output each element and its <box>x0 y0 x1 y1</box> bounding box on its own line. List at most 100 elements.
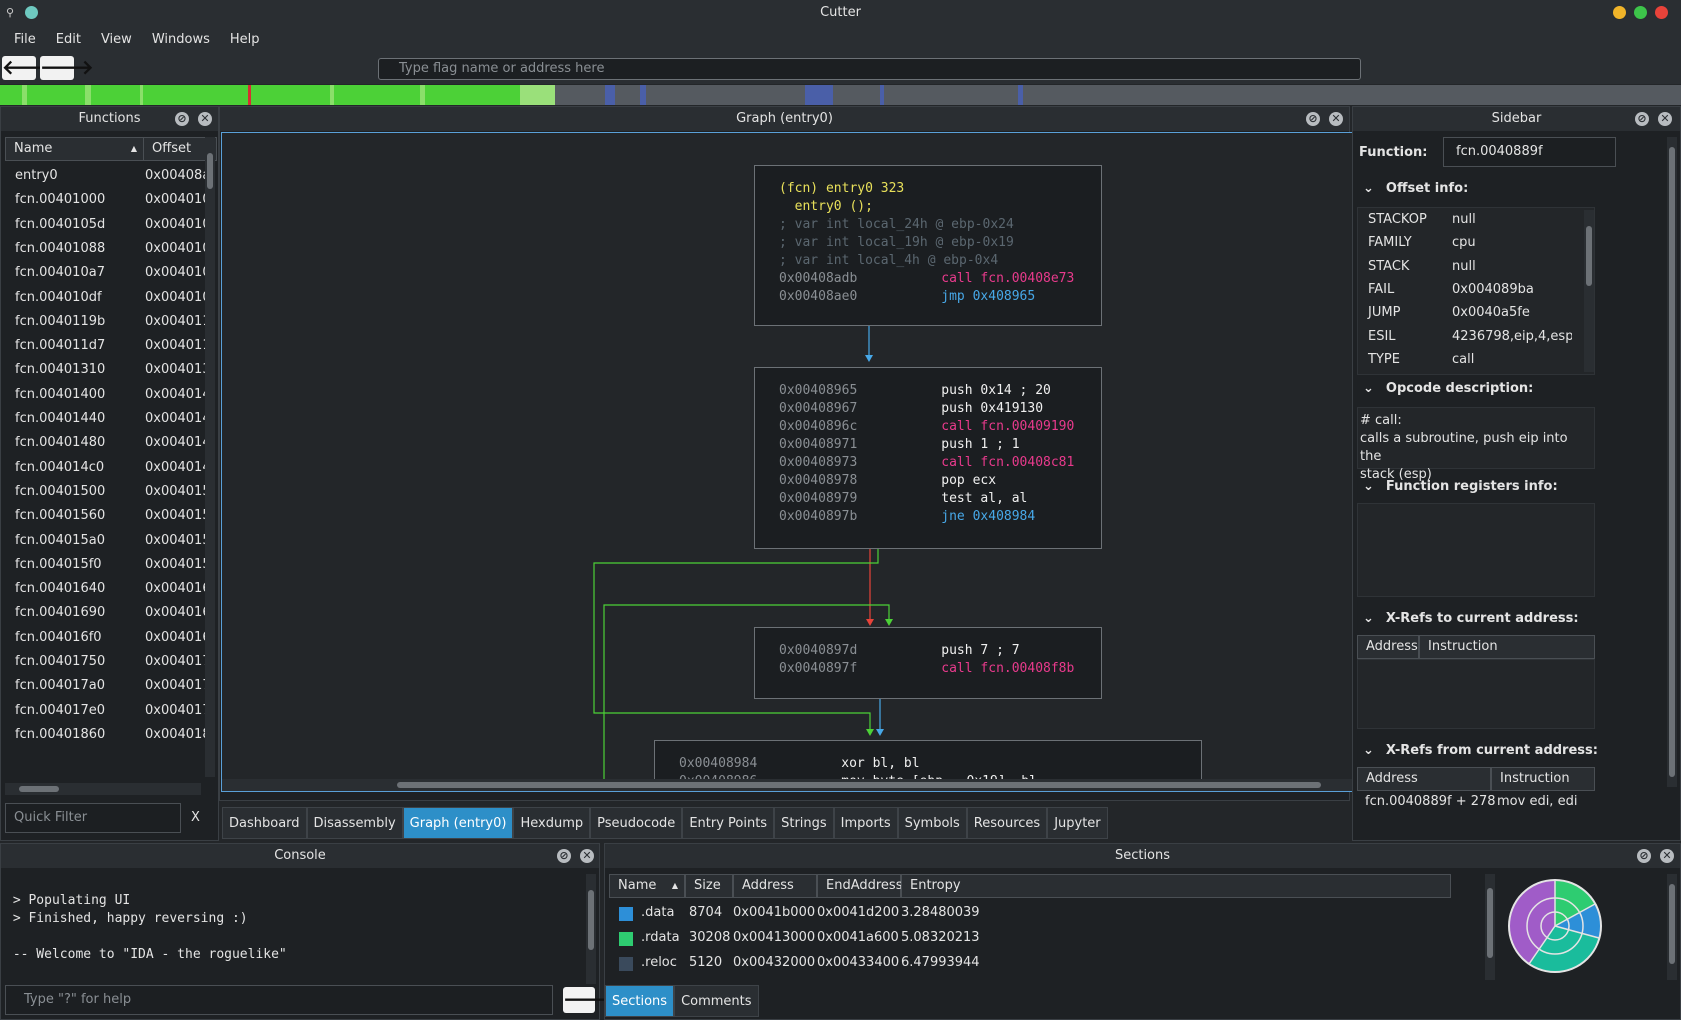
tab-graph-entry0[interactable]: Graph (entry0) <box>402 807 514 839</box>
section-row[interactable]: .reloc 5120 0x00432000 0x00433400 6.47993944 <box>609 950 1479 976</box>
forward-button[interactable]: 🡒 <box>40 56 94 80</box>
function-row[interactable]: fcn.0040119b 0x004011 <box>5 309 211 335</box>
tab-disassembly[interactable]: Disassembly <box>306 807 403 839</box>
sections-col-size[interactable]: Size <box>685 874 733 898</box>
offset-info-row[interactable]: STACKOP null <box>1368 212 1588 227</box>
menu-help[interactable]: Help <box>220 32 270 47</box>
instruction-line[interactable]: 0x00408973 call fcn.00408c81 <box>779 454 1101 472</box>
function-row[interactable]: fcn.004015f0 0x004015 <box>5 552 211 578</box>
instruction-line[interactable]: 0x00408967 push 0x419130 <box>779 400 1101 418</box>
tab-entry-points[interactable]: Entry Points <box>682 807 775 839</box>
tab-pseudocode[interactable]: Pseudocode <box>590 807 683 839</box>
function-row[interactable]: entry0 0x00408a <box>5 163 211 189</box>
function-row[interactable]: fcn.004010a7 0x004010 <box>5 260 211 286</box>
overview-bar[interactable] <box>0 85 1681 105</box>
function-row[interactable]: fcn.00401500 0x004015 <box>5 479 211 505</box>
sections-vscroll[interactable] <box>1485 874 1495 980</box>
col-offset[interactable]: Offset <box>144 138 191 160</box>
graph-node-entry[interactable]: (fcn) entry0 323 entry0 (); ; var int loc… <box>754 165 1102 326</box>
close-icon[interactable]: ✕ <box>1658 112 1672 126</box>
xrefs-to-col-instruction[interactable]: Instruction <box>1419 635 1595 659</box>
xref-from-instruction[interactable]: mov edi, edi <box>1497 794 1577 809</box>
instruction-line[interactable]: 0x0040897b jne 0x408984 <box>779 508 1101 526</box>
sections-col-address[interactable]: Address <box>733 874 817 898</box>
xrefs-from-col-address[interactable]: Address <box>1357 767 1491 791</box>
section-row[interactable]: .rdata 30208 0x00413000 0x0041a600 5.0832021… <box>609 925 1479 951</box>
function-row[interactable]: fcn.004011d7 0x004011 <box>5 333 211 359</box>
tab-dashboard[interactable]: Dashboard <box>222 807 307 839</box>
offset-info-vscroll[interactable] <box>1584 210 1594 372</box>
functions-hscroll[interactable] <box>5 783 201 795</box>
graph-node-3[interactable]: 0x0040897d push 7 ; 7 0x0040897f call fcn.0… <box>754 627 1102 699</box>
function-row[interactable]: fcn.0040105d 0x004010 <box>5 212 211 238</box>
xrefs-from-col-instruction[interactable]: Instruction <box>1491 767 1595 791</box>
minimize-button[interactable] <box>1613 6 1626 19</box>
function-row[interactable]: fcn.00401860 0x004018 <box>5 722 211 748</box>
console-input[interactable]: Type "?" for help <box>5 985 553 1015</box>
tab-sections[interactable]: Sections <box>605 985 675 1017</box>
instruction-line[interactable]: 0x00408ae0 jmp 0x408965 <box>779 288 1101 306</box>
pin-icon[interactable] <box>25 6 38 19</box>
instruction-line[interactable]: 0x0040897d push 7 ; 7 <box>779 642 1101 660</box>
instruction-line[interactable]: 0x00408adb call fcn.00408e73 <box>779 270 1101 288</box>
function-row[interactable]: fcn.004016f0 0x004016 <box>5 625 211 651</box>
offset-info-row[interactable]: STACK null <box>1368 259 1588 274</box>
tab-resources[interactable]: Resources <box>966 807 1048 839</box>
instruction-line[interactable]: 0x0040897f call fcn.00408f8b <box>779 660 1101 678</box>
function-row[interactable]: fcn.00401088 0x004010 <box>5 236 211 262</box>
float-icon[interactable]: ⊘ <box>1635 112 1649 126</box>
close-button[interactable] <box>1655 6 1668 19</box>
graph-node-2[interactable]: 0x00408965 push 0x14 ; 20 0x00408967 push 0… <box>754 367 1102 549</box>
function-row[interactable]: fcn.004010df 0x004010 <box>5 285 211 311</box>
tab-hexdump[interactable]: Hexdump <box>513 807 591 839</box>
menu-windows[interactable]: Windows <box>142 32 220 47</box>
maximize-button[interactable] <box>1634 6 1647 19</box>
function-row[interactable]: fcn.00401640 0x004016 <box>5 576 211 602</box>
offset-info-row[interactable]: ESIL 4236798,eip,4,esp,-= <box>1368 329 1588 344</box>
console-vscroll[interactable] <box>586 874 596 984</box>
functions-vscroll[interactable] <box>205 137 215 777</box>
sections-col-name[interactable]: Name ▲ <box>609 874 685 898</box>
function-field[interactable]: fcn.0040889f <box>1443 137 1616 167</box>
graph-hscroll[interactable] <box>222 779 1382 791</box>
tab-comments[interactable]: Comments <box>674 985 759 1017</box>
instruction-line[interactable]: 0x00408965 push 0x14 ; 20 <box>779 382 1101 400</box>
tab-jupyter[interactable]: Jupyter <box>1047 807 1108 839</box>
offset-info-row[interactable]: FAIL 0x004089ba <box>1368 282 1588 297</box>
close-icon[interactable]: ✕ <box>198 112 212 126</box>
float-icon[interactable]: ⊘ <box>1306 112 1320 126</box>
xrefs-to-toggle[interactable]: ⌄ X-Refs to current address: <box>1363 611 1579 626</box>
sections-col-endaddress[interactable]: EndAddress <box>817 874 902 898</box>
address-input[interactable]: Type flag name or address here <box>378 58 1361 80</box>
offset-info-toggle[interactable]: ⌄ Offset info: <box>1363 181 1468 196</box>
function-row[interactable]: fcn.00401560 0x004015 <box>5 503 211 529</box>
tab-imports[interactable]: Imports <box>833 807 898 839</box>
xrefs-to-col-address[interactable]: Address <box>1357 635 1419 659</box>
tab-strings[interactable]: Strings <box>774 807 834 839</box>
function-row[interactable]: fcn.00401000 0x004010 <box>5 187 211 213</box>
tab-symbols[interactable]: Symbols <box>897 807 967 839</box>
function-row[interactable]: fcn.00401690 0x004016 <box>5 600 211 626</box>
function-row[interactable]: fcn.004017a0 0x004017 <box>5 673 211 699</box>
pie-vscroll[interactable] <box>1667 874 1677 980</box>
function-row[interactable]: fcn.004017e0 0x004017 <box>5 698 211 724</box>
offset-info-row[interactable]: TYPE call <box>1368 352 1588 367</box>
quick-filter-input[interactable]: Quick Filter <box>5 803 181 833</box>
float-icon[interactable]: ⊘ <box>175 112 189 126</box>
menu-file[interactable]: File <box>4 32 46 47</box>
function-row[interactable]: fcn.004014c0 0x004014 <box>5 455 211 481</box>
function-row[interactable]: fcn.00401310 0x004013 <box>5 357 211 383</box>
instruction-line[interactable]: 0x00408984 xor bl, bl <box>679 755 1201 773</box>
function-row[interactable]: fcn.00401440 0x004014 <box>5 406 211 432</box>
console-run-button[interactable]: 🡒 <box>563 987 617 1013</box>
float-icon[interactable]: ⊘ <box>1637 849 1651 863</box>
opcode-toggle[interactable]: ⌄ Opcode description: <box>1363 381 1533 396</box>
registers-toggle[interactable]: ⌄ Function registers info: <box>1363 479 1558 494</box>
float-icon[interactable]: ⊘ <box>557 849 571 863</box>
instruction-line[interactable]: 0x0040896c call fcn.00409190 <box>779 418 1101 436</box>
clear-filter-button[interactable]: X <box>191 810 200 825</box>
graph-canvas[interactable]: (fcn) entry0 323 entry0 (); ; var int loc… <box>221 132 1395 792</box>
close-icon[interactable]: ✕ <box>1660 849 1674 863</box>
close-icon[interactable]: ✕ <box>1329 112 1343 126</box>
instruction-line[interactable]: 0x00408978 pop ecx <box>779 472 1101 490</box>
